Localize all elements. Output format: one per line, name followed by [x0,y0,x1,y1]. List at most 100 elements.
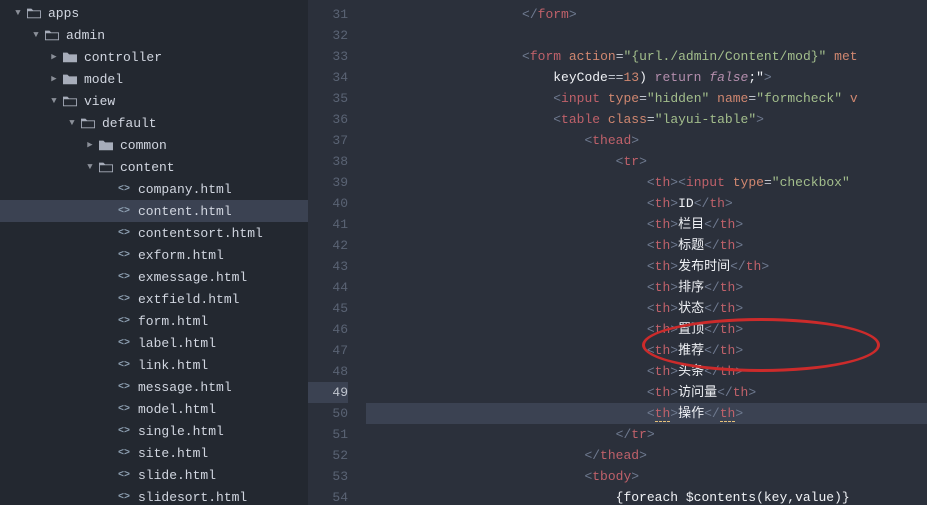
code-line[interactable]: <tr> [366,151,927,172]
tree-label: contentsort.html [138,226,263,241]
line-number: 43 [308,256,348,277]
line-number: 51 [308,424,348,445]
tree-folder-admin[interactable]: ▼ admin [0,24,308,46]
code-line[interactable]: <table class="layui-table"> [366,109,927,130]
tree-file-exmessage[interactable]: <> exmessage.html [0,266,308,288]
code-line[interactable]: <th>访问量</th> [366,382,927,403]
line-number: 35 [308,88,348,109]
tree-file-extfield[interactable]: <> extfield.html [0,288,308,310]
code-line[interactable]: </form> [366,4,927,25]
tree-file-slidesort[interactable]: <> slidesort.html [0,486,308,505]
chevron-down-icon: ▼ [30,30,42,40]
tree-folder-controller[interactable]: ▶ controller [0,46,308,68]
code-line[interactable]: <thead> [366,130,927,151]
code-line[interactable]: <th><input type="checkbox" [366,172,927,193]
code-line[interactable]: <th>发布时间</th> [366,256,927,277]
code-line[interactable]: <th>排序</th> [366,277,927,298]
line-number: 42 [308,235,348,256]
code-line[interactable] [366,25,927,46]
line-number: 48 [308,361,348,382]
line-number: 49 [308,382,348,403]
line-number: 38 [308,151,348,172]
code-file-icon: <> [116,424,132,438]
line-number: 33 [308,46,348,67]
line-number: 44 [308,277,348,298]
code-line[interactable]: <input type="hidden" name="formcheck" v [366,88,927,109]
code-line[interactable]: <th>置顶</th> [366,319,927,340]
code-file-icon: <> [116,314,132,328]
file-tree[interactable]: ▼ apps ▼ admin ▶ controller ▶ model ▼ vi… [0,0,308,505]
code-line[interactable]: <th>标题</th> [366,235,927,256]
tree-file-form[interactable]: <> form.html [0,310,308,332]
tree-label: exform.html [138,248,224,263]
tree-folder-model[interactable]: ▶ model [0,68,308,90]
chevron-down-icon: ▼ [84,162,96,172]
line-number: 46 [308,319,348,340]
tree-file-contentsort[interactable]: <> contentsort.html [0,222,308,244]
tree-file-message[interactable]: <> message.html [0,376,308,398]
code-line[interactable]: </tr> [366,424,927,445]
code-file-icon: <> [116,468,132,482]
code-line[interactable]: <th>ID</th> [366,193,927,214]
tree-file-label[interactable]: <> label.html [0,332,308,354]
tree-label: common [120,138,167,153]
code-line[interactable]: <form action="{url./admin/Content/mod}" … [366,46,927,67]
chevron-down-icon: ▼ [48,96,60,106]
code-content[interactable]: </form> <form action="{url./admin/Conten… [366,0,927,505]
tree-label: link.html [138,358,208,373]
tree-file-model[interactable]: <> model.html [0,398,308,420]
tree-file-content[interactable]: <> content.html [0,200,308,222]
tree-label: default [102,116,157,131]
folder-icon [62,51,78,63]
folder-icon [98,139,114,151]
code-line[interactable]: </thead> [366,445,927,466]
code-file-icon: <> [116,402,132,416]
tree-label: extfield.html [138,292,239,307]
line-number: 41 [308,214,348,235]
code-file-icon: <> [116,270,132,284]
tree-label: message.html [138,380,232,395]
code-line[interactable]: <th>推荐</th> [366,340,927,361]
tree-file-company[interactable]: <> company.html [0,178,308,200]
line-number: 31 [308,4,348,25]
tree-file-slide[interactable]: <> slide.html [0,464,308,486]
code-editor[interactable]: 31 32 33 34 35 36 37 38 39 40 41 42 43 4… [308,0,927,505]
code-file-icon: <> [116,292,132,306]
tree-file-single[interactable]: <> single.html [0,420,308,442]
folder-open-icon [44,29,60,41]
line-number: 37 [308,130,348,151]
tree-folder-view[interactable]: ▼ view [0,90,308,112]
code-file-icon: <> [116,248,132,262]
tree-label: slide.html [138,468,216,483]
code-line[interactable]: <th>状态</th> [366,298,927,319]
tree-folder-content[interactable]: ▼ content [0,156,308,178]
tree-label: apps [48,6,79,21]
line-number: 34 [308,67,348,88]
tree-folder-default[interactable]: ▼ default [0,112,308,134]
tree-folder-common[interactable]: ▶ common [0,134,308,156]
line-number-gutter: 31 32 33 34 35 36 37 38 39 40 41 42 43 4… [308,0,366,505]
tree-file-link[interactable]: <> link.html [0,354,308,376]
code-file-icon: <> [116,336,132,350]
code-file-icon: <> [116,380,132,394]
tree-file-site[interactable]: <> site.html [0,442,308,464]
tree-label: content [120,160,175,175]
code-line[interactable]: keyCode==13) return false;"> [366,67,927,88]
tree-label: model [84,72,123,87]
folder-open-icon [62,95,78,107]
line-number: 39 [308,172,348,193]
chevron-down-icon: ▼ [66,118,78,128]
code-line[interactable]: <tbody> [366,466,927,487]
code-line[interactable]: {foreach $contents(key,value)} [366,487,927,505]
tree-label: slidesort.html [138,490,247,505]
tree-folder-apps[interactable]: ▼ apps [0,2,308,24]
chevron-right-icon: ▶ [84,140,96,150]
code-file-icon: <> [116,446,132,460]
tree-label: company.html [138,182,232,197]
folder-open-icon [80,117,96,129]
tree-file-exform[interactable]: <> exform.html [0,244,308,266]
code-line[interactable]: <th>操作</th> [366,403,927,424]
code-line[interactable]: <th>栏目</th> [366,214,927,235]
folder-open-icon [26,7,42,19]
code-line[interactable]: <th>头条</th> [366,361,927,382]
